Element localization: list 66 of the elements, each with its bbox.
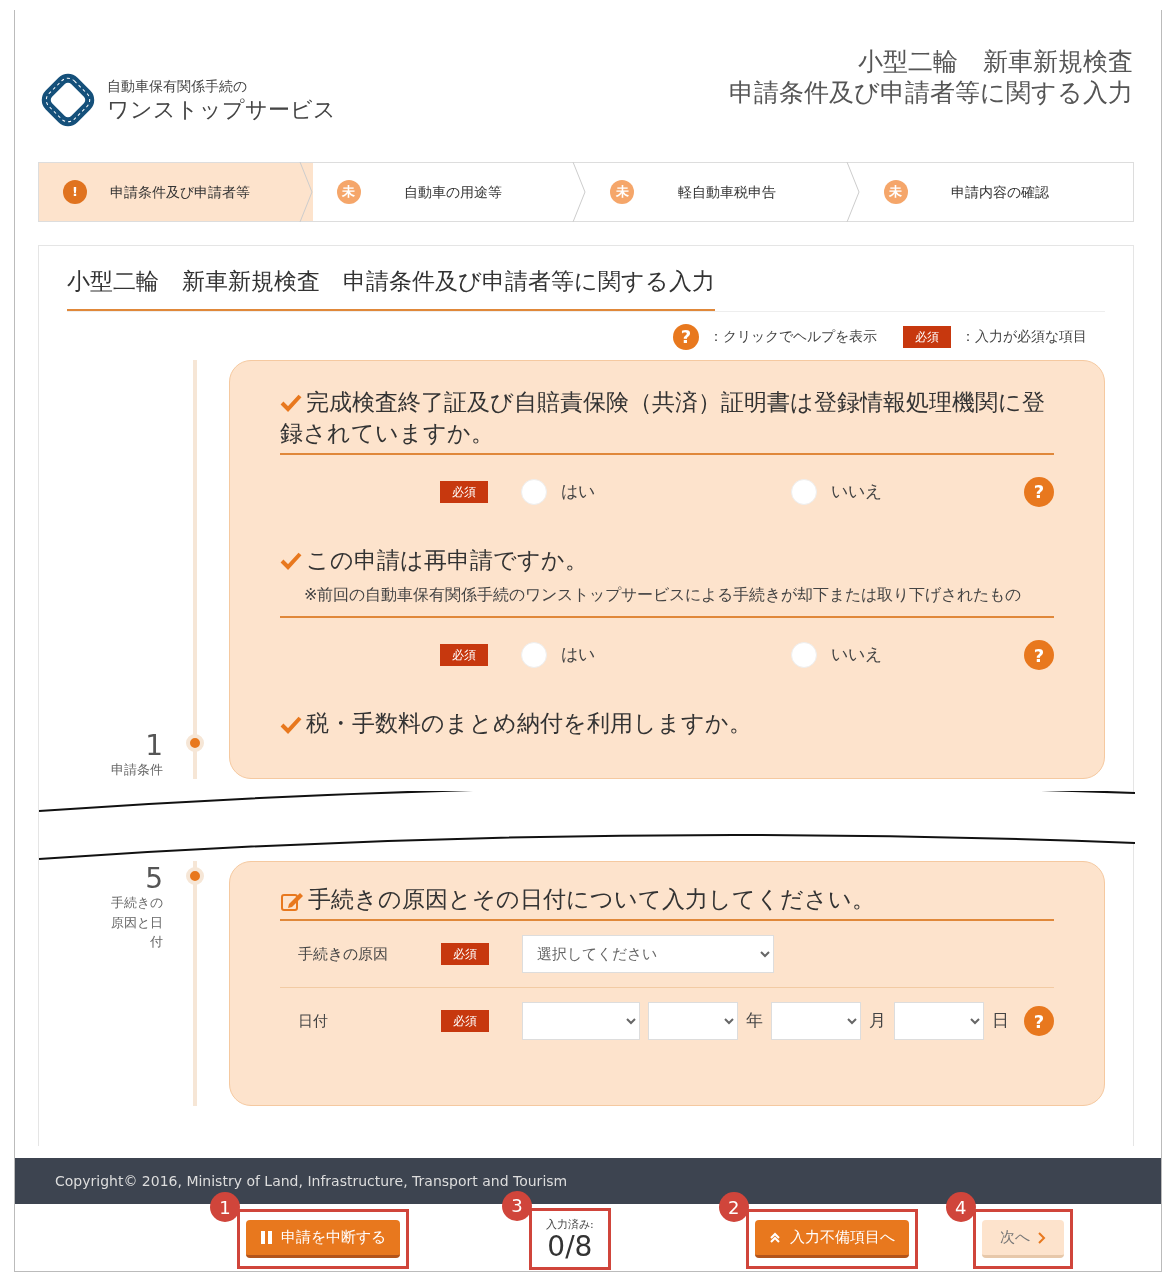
step-tab[interactable]: 未 自動車の用途等 (312, 163, 586, 221)
help-icon[interactable]: ? (1024, 640, 1054, 671)
radio-button[interactable] (791, 642, 817, 669)
chevron-right-icon (1037, 1231, 1046, 1244)
check-icon (280, 393, 302, 413)
radio-button[interactable] (521, 478, 547, 505)
unit-label: 月 (869, 1009, 886, 1033)
progress-count: 0/8 (546, 1233, 594, 1262)
select-field[interactable] (894, 1002, 984, 1041)
logo-title: ワンストップサービス (107, 97, 336, 124)
action-button[interactable]: 入力不備項目へ (754, 1220, 909, 1258)
section-heading: 小型二輪 新車新規検査 申請条件及び申請者等に関する入力 (67, 246, 715, 311)
question-title: この申請は再申請ですか。 (280, 544, 1054, 580)
help-icon[interactable]: ? (1024, 1006, 1054, 1037)
required-badge: 必須 (903, 325, 951, 348)
unit-label: 日 (992, 1009, 1009, 1033)
required-badge: 必須 (441, 943, 489, 966)
legend-text: ：入力が必須な項目 (961, 327, 1087, 346)
step-tab[interactable]: 未 申請内容の確認 (859, 163, 1133, 221)
radio-button[interactable] (521, 642, 547, 669)
progress-caption: 入力済み: (546, 1216, 594, 1233)
option-label: いいえ (831, 479, 882, 503)
step-label: 手続きの原因と日付 (110, 894, 163, 951)
annotation-marker: 4 (945, 1192, 976, 1223)
annotation-marker: 2 (718, 1192, 749, 1223)
step-status: 未 (336, 180, 361, 204)
chevron-divider (845, 162, 860, 222)
question-note: ※前回の自動車保有関係手続のワンストップサービスによる手続きが却下または取り下げされたもの (280, 579, 1054, 619)
radio-button[interactable] (791, 478, 817, 505)
required-badge: 必須 (441, 1010, 489, 1033)
field-label: 日付 (298, 1010, 329, 1032)
question-title: 完成検査終了証及び自賠責保険（共済）証明書は登録情報処理機関に登録されていますか。 (280, 386, 1054, 455)
check-icon (280, 714, 302, 735)
page-title: 申請条件及び申請者等に関する入力 (729, 77, 1133, 109)
select-field[interactable] (522, 1002, 640, 1041)
option-label: はい (561, 643, 595, 667)
unit-label: 年 (746, 1009, 763, 1033)
question-title: 税・手数料のまとめ納付を利用しますか。 (280, 708, 1054, 744)
select-field[interactable] (648, 1002, 738, 1041)
step-tab[interactable]: 未 軽自動車税申告 (586, 163, 860, 221)
option-label: いいえ (831, 643, 882, 667)
required-badge: 必須 (440, 480, 488, 503)
step-number: 5 (144, 865, 163, 893)
step-status: ! (63, 180, 87, 204)
action-button[interactable]: 申請を中断する (246, 1220, 400, 1258)
select-field[interactable]: 選択してください (522, 935, 774, 974)
step-status: 未 (610, 180, 634, 204)
page-title: 小型二輪 新車新規検査 (857, 46, 1133, 78)
chevron-divider (572, 162, 586, 222)
double-chevron-up-icon (768, 1230, 782, 1245)
section-title: 手続きの原因とその日付について入力してください。 (280, 884, 1054, 922)
check-icon (280, 551, 302, 572)
legend-text: ：クリックでヘルプを表示 (709, 327, 877, 346)
required-badge: 必須 (440, 644, 488, 667)
chevron-divider (298, 162, 313, 222)
select-field[interactable] (771, 1002, 861, 1041)
field-label: 手続きの原因 (298, 943, 389, 965)
help-icon: ? (673, 323, 699, 350)
logo-caption: 自動車保有関係手続の (107, 77, 248, 97)
option-label: はい (561, 479, 595, 503)
step-label: 申請条件 (110, 760, 163, 779)
step-tab[interactable]: ! 申請条件及び申請者等 (39, 163, 313, 221)
step-number: 1 (144, 731, 163, 760)
step-status: 未 (883, 180, 908, 204)
help-icon[interactable]: ? (1024, 476, 1054, 507)
pause-icon (260, 1230, 273, 1245)
